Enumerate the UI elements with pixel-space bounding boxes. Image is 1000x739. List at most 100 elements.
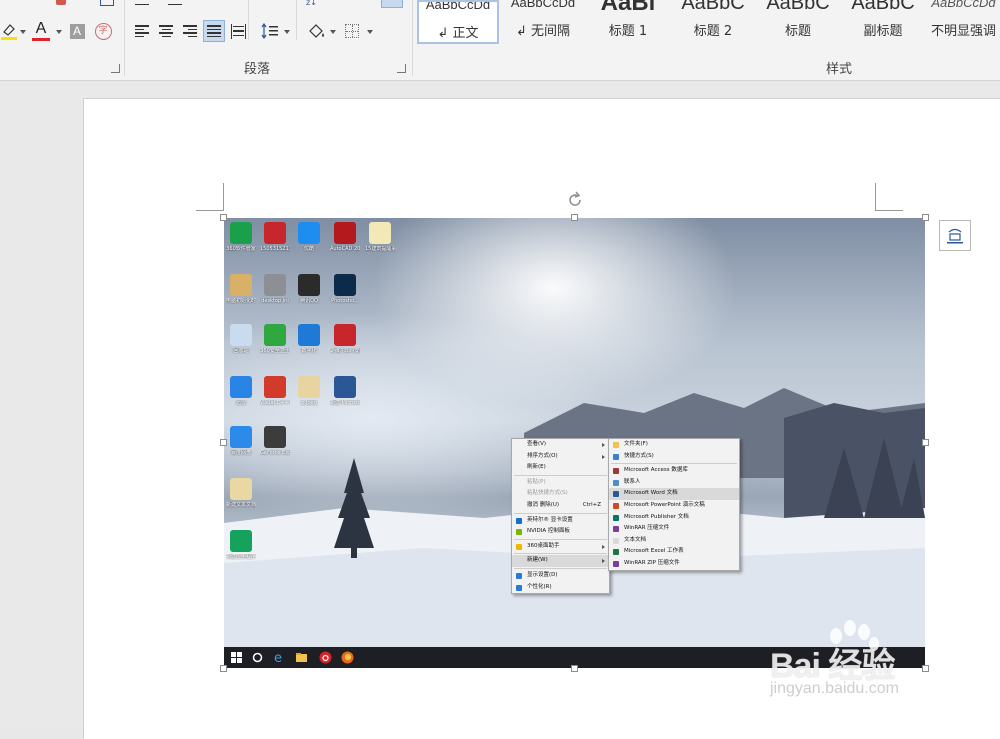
desktop-icon[interactable]: 斯维尔BIM安装工程... [330, 324, 360, 354]
chevron-down-icon[interactable] [330, 30, 336, 34]
chevron-down-icon[interactable] [56, 30, 62, 34]
menu-item[interactable]: 英特尔® 显卡设置 [512, 515, 609, 527]
rotate-handle-icon[interactable] [565, 190, 585, 210]
chevron-down-icon[interactable] [284, 30, 290, 34]
desktop-icon[interactable]: 数字化 [294, 324, 324, 354]
menu-item[interactable]: 文件夹(F) [609, 439, 739, 451]
desktop-icon[interactable]: 360软件管家 [226, 222, 256, 252]
menu-item[interactable]: NVIDIA 控制面板 [512, 526, 609, 538]
line-spacing-icon [261, 23, 278, 39]
desktop-icon[interactable]: 回收站 [226, 324, 256, 354]
chevron-right-icon [602, 454, 605, 459]
resize-handle-top-center[interactable] [571, 214, 578, 221]
text-box-icon[interactable] [100, 0, 114, 6]
menu-item[interactable]: WinRAR 压缩文件 [609, 523, 739, 535]
line-spacing-button[interactable] [259, 20, 281, 42]
menu-item[interactable]: 刷新(E) [512, 462, 609, 474]
menu-item[interactable]: Microsoft Publisher 文档 [609, 512, 739, 524]
borders-button[interactable] [341, 20, 363, 42]
align-center-button[interactable] [155, 20, 177, 42]
edge-icon[interactable]: e [273, 651, 286, 664]
enclose-character-button[interactable]: 字 [92, 20, 114, 42]
align-left-button[interactable] [131, 20, 153, 42]
resize-handle-top-right[interactable] [922, 214, 929, 221]
menu-item[interactable]: Microsoft Word 文档 [609, 488, 739, 500]
character-shading-button[interactable]: A [66, 20, 88, 42]
inserted-screenshot-image[interactable]: 360软件管家 150531521工程量计算 优酷 AutoCAD 2011 - S.… [224, 218, 925, 668]
desktop-icon[interactable]: 电脑初始化时 [226, 274, 256, 304]
firefox-icon[interactable] [341, 651, 354, 664]
shield-plus-icon [264, 324, 286, 346]
clear-format-icon[interactable] [56, 0, 66, 5]
menu-item[interactable]: Microsoft PowerPoint 演示文稿 [609, 500, 739, 512]
style-no-spacing[interactable]: AaBbCcDd ↲ 无间隔 [502, 0, 584, 44]
menu-item[interactable]: 360桌面助手 [512, 541, 609, 553]
bullets-list-icon[interactable] [135, 0, 149, 5]
sort-icon[interactable]: z↓ [306, 0, 320, 5]
font-color-button[interactable]: A [30, 20, 52, 42]
desktop-icon[interactable]: 优酷 [294, 222, 324, 252]
style-heading-1[interactable]: AaBl 标题 1 [587, 0, 669, 44]
menu-item[interactable]: 撤消 删除(U) Ctrl+Z [512, 500, 609, 512]
resize-handle-middle-right[interactable] [922, 439, 929, 446]
layout-options-button[interactable] [939, 220, 971, 251]
menu-item[interactable]: 联系人 [609, 477, 739, 489]
resize-handle-middle-left[interactable] [220, 439, 227, 446]
menu-item[interactable]: 新建(W) [512, 555, 609, 567]
desktop-icon[interactable]: 新建 Microsof... [330, 376, 360, 406]
resize-handle-bottom-left[interactable] [220, 665, 227, 672]
menu-item[interactable]: 查看(V) [512, 439, 609, 451]
menu-item-label: 文本文档 [624, 536, 647, 543]
menu-item[interactable]: 显示设置(D) [512, 570, 609, 582]
style-subtle-emphasis[interactable]: AaBbCcDd 不明显强调 [927, 0, 1000, 44]
group-divider [248, 0, 249, 40]
font-dialog-launcher[interactable] [111, 64, 120, 73]
app-s-icon [334, 324, 356, 346]
desktop-icon[interactable]: GeForce Experience [260, 426, 290, 456]
style-title[interactable]: AaBbC 标题 [757, 0, 839, 44]
desktop-icon[interactable]: 360安全卫士 [260, 324, 290, 354]
desktop-icon[interactable]: Visual C++ 6.0 [260, 376, 290, 406]
menu-item[interactable]: 粘贴(P) [512, 477, 609, 489]
desktop-icon[interactable]: 百度网盘 [226, 426, 256, 456]
menu-item-icon [613, 502, 619, 509]
menu-item[interactable]: Microsoft Excel 工作表 [609, 546, 739, 558]
text-highlight-button[interactable] [0, 20, 18, 42]
margin-mark [196, 210, 224, 211]
desktop-icon[interactable]: Photosho... [330, 274, 360, 304]
menu-item[interactable]: 排序方式(O) [512, 451, 609, 463]
menu-item[interactable]: 文本文档 [609, 535, 739, 547]
windows-start-icon[interactable] [230, 651, 243, 664]
chevron-down-icon[interactable] [20, 30, 26, 34]
desktop-icon[interactable]: desktop.ini [260, 274, 290, 304]
desktop-icon[interactable]: AutoCAD 2011 - S... [330, 222, 360, 252]
align-right-button[interactable] [179, 20, 201, 42]
desktop-icon[interactable]: 新建应用程序 [226, 530, 256, 560]
menu-item[interactable]: Microsoft Access 数据库 [609, 465, 739, 477]
style-normal[interactable]: AaBbCcDd ↲ 正文 [417, 0, 499, 44]
shading-button[interactable] [305, 20, 327, 42]
resize-handle-bottom-center[interactable] [571, 665, 578, 672]
menu-item[interactable]: WinRAR ZIP 压缩文件 [609, 558, 739, 570]
file-explorer-icon[interactable] [295, 651, 308, 664]
netease-music-icon[interactable] [319, 651, 332, 664]
paragraph-dialog-launcher[interactable] [397, 64, 406, 73]
chevron-down-icon[interactable] [367, 30, 373, 34]
resize-handle-top-left[interactable] [220, 214, 227, 221]
menu-item[interactable]: 快捷方式(S) [609, 451, 739, 463]
desktop-icon[interactable]: 新建文本文档 [226, 478, 256, 508]
distributed-button[interactable] [227, 20, 249, 42]
justify-button[interactable] [203, 20, 225, 42]
style-subtitle[interactable]: AaBbC 副标题 [842, 0, 924, 44]
desktop-icon[interactable]: 迅雷 [226, 376, 256, 406]
numbering-list-icon[interactable] [168, 0, 182, 5]
desktop-icon[interactable]: p.jpeg [294, 376, 324, 406]
menu-item[interactable]: 粘贴快捷方式(S) [512, 488, 609, 500]
desktop-icon[interactable]: 15建筑提醒事项 [365, 222, 395, 252]
menu-item[interactable]: 个性化(R) [512, 582, 609, 594]
show-marks-button[interactable] [381, 0, 403, 8]
cortana-circle-icon[interactable] [251, 651, 264, 664]
desktop-icon[interactable]: 150531521工程量计算 [260, 222, 290, 252]
style-heading-2[interactable]: AaBbC 标题 2 [672, 0, 754, 44]
desktop-icon[interactable]: 腾讯QQ [294, 274, 324, 304]
